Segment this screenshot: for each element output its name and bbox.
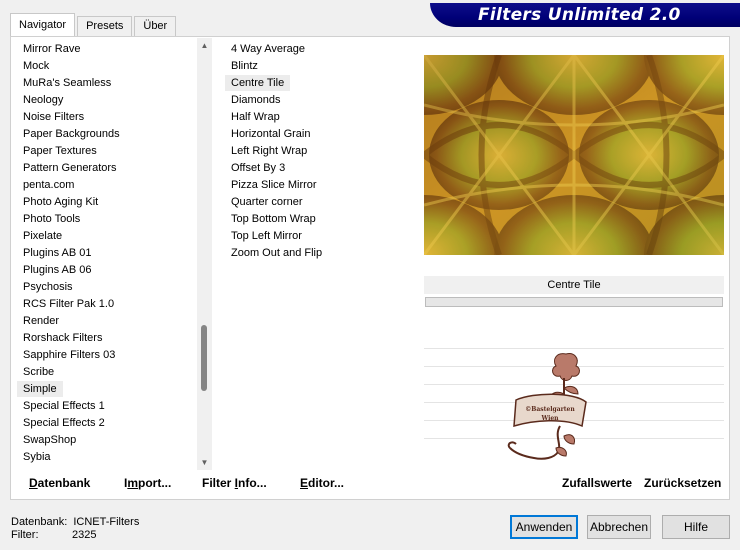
tab-navigator[interactable]: Navigator bbox=[10, 13, 76, 37]
category-list-item[interactable]: Scribe bbox=[17, 364, 60, 380]
category-list-item[interactable]: RCS Filter Pak 1.0 bbox=[17, 296, 120, 312]
category-list-item[interactable]: Sapphire Filters 03 bbox=[17, 347, 121, 363]
parameter-area: ©Bastelgarten Wien bbox=[424, 330, 724, 468]
hilfe-button[interactable]: Hilfe bbox=[662, 515, 730, 539]
scroll-down-arrow-icon[interactable]: ▼ bbox=[197, 455, 212, 470]
import-button[interactable]: Import... bbox=[124, 476, 171, 490]
tab-bar: Navigator Presets Über bbox=[10, 12, 178, 37]
category-list-item[interactable]: Plugins AB 01 bbox=[17, 245, 98, 261]
watermark-text-line-1: ©Bastelgarten bbox=[525, 406, 575, 413]
category-list-item[interactable]: Render bbox=[17, 313, 65, 329]
zuruecksetzen-button[interactable]: Zurücksetzen bbox=[644, 476, 721, 490]
filter-list-item[interactable]: Offset By 3 bbox=[225, 160, 291, 176]
category-list-item[interactable]: Pattern Generators bbox=[17, 160, 123, 176]
datenbank-button[interactable]: Datenbank bbox=[29, 476, 90, 490]
category-list-item[interactable]: Noise Filters bbox=[17, 109, 90, 125]
scroll-up-arrow-icon[interactable]: ▲ bbox=[197, 38, 212, 53]
filter-list-item[interactable]: Quarter corner bbox=[225, 194, 309, 210]
tab-presets[interactable]: Presets bbox=[77, 16, 133, 36]
zufallswerte-button[interactable]: Zufallswerte bbox=[562, 476, 632, 490]
category-list-item[interactable]: Photo Aging Kit bbox=[17, 194, 104, 210]
editor-button[interactable]: Editor... bbox=[300, 476, 344, 490]
category-scrollbar[interactable]: ▲ ▼ bbox=[197, 38, 212, 470]
filter-list-item[interactable]: Left Right Wrap bbox=[225, 143, 313, 159]
app-logo: Filters Unlimited 2.0 bbox=[430, 3, 740, 27]
category-list-item[interactable]: Plugins AB 06 bbox=[17, 262, 98, 278]
anwenden-button[interactable]: Anwenden bbox=[510, 515, 578, 539]
tab-ueber[interactable]: Über bbox=[134, 16, 177, 36]
preview-image bbox=[424, 55, 724, 255]
category-list-item[interactable]: Paper Backgrounds bbox=[17, 126, 126, 142]
filter-list-item[interactable]: Blintz bbox=[225, 58, 264, 74]
category-list-item[interactable]: Special Effects 2 bbox=[17, 415, 111, 431]
filter-list-item[interactable]: 4 Way Average bbox=[225, 41, 311, 57]
category-list-item[interactable]: Sybia bbox=[17, 449, 57, 465]
filter-list-item[interactable]: Top Left Mirror bbox=[225, 228, 308, 244]
progress-bar bbox=[425, 297, 723, 307]
category-list-item[interactable]: penta.com bbox=[17, 177, 80, 193]
category-list-item[interactable]: SwapShop bbox=[17, 432, 82, 448]
preview-filter-name: Centre Tile bbox=[424, 276, 724, 294]
filter-list-item[interactable]: Centre Tile bbox=[225, 75, 291, 91]
category-list-item[interactable]: Simple bbox=[17, 381, 63, 397]
category-list-item[interactable]: MuRa's Seamless bbox=[17, 75, 117, 91]
category-list-item[interactable]: Paper Textures bbox=[17, 143, 103, 159]
category-list-item[interactable]: Pixelate bbox=[17, 228, 68, 244]
abbrechen-button[interactable]: Abbrechen bbox=[587, 515, 651, 539]
status-filter-label: Filter: bbox=[11, 529, 39, 541]
category-list[interactable]: Mirror Rave Mock MuRa's Seamless Neology Noi… bbox=[17, 38, 197, 470]
filter-info-button[interactable]: Filter Info... bbox=[202, 476, 267, 490]
filter-list-item[interactable]: Horizontal Grain bbox=[225, 126, 316, 142]
filter-list-item[interactable]: Pizza Slice Mirror bbox=[225, 177, 323, 193]
filter-list-item[interactable]: Diamonds bbox=[225, 92, 287, 108]
category-list-item[interactable]: Mirror Rave bbox=[17, 41, 86, 57]
category-list-item[interactable]: Rorshack Filters bbox=[17, 330, 108, 346]
scroll-thumb[interactable] bbox=[201, 325, 207, 391]
category-list-item[interactable]: Special Effects 1 bbox=[17, 398, 111, 414]
category-list-item[interactable]: Neology bbox=[17, 92, 69, 108]
status-datenbank: Datenbank: ICNET-Filters bbox=[11, 516, 139, 529]
filter-list-item[interactable]: Half Wrap bbox=[225, 109, 286, 125]
status-filter-value: 2325 bbox=[72, 529, 97, 541]
filter-list-item[interactable]: Zoom Out and Flip bbox=[225, 245, 328, 261]
watermark-text-line-2: Wien bbox=[540, 415, 559, 422]
category-list-item[interactable]: Mock bbox=[17, 58, 55, 74]
status-filter: Filter: 2325 bbox=[11, 529, 96, 542]
watermark-logo: ©Bastelgarten Wien bbox=[507, 353, 587, 460]
filter-list[interactable]: 4 Way Average Blintz Centre Tile Diamonds Ha… bbox=[225, 38, 418, 470]
category-list-item[interactable]: Psychosis bbox=[17, 279, 79, 295]
status-datenbank-value: ICNET-Filters bbox=[73, 516, 140, 528]
status-datenbank-label: Datenbank: bbox=[11, 516, 68, 528]
category-list-item[interactable]: Photo Tools bbox=[17, 211, 86, 227]
filter-list-item[interactable]: Top Bottom Wrap bbox=[225, 211, 322, 227]
